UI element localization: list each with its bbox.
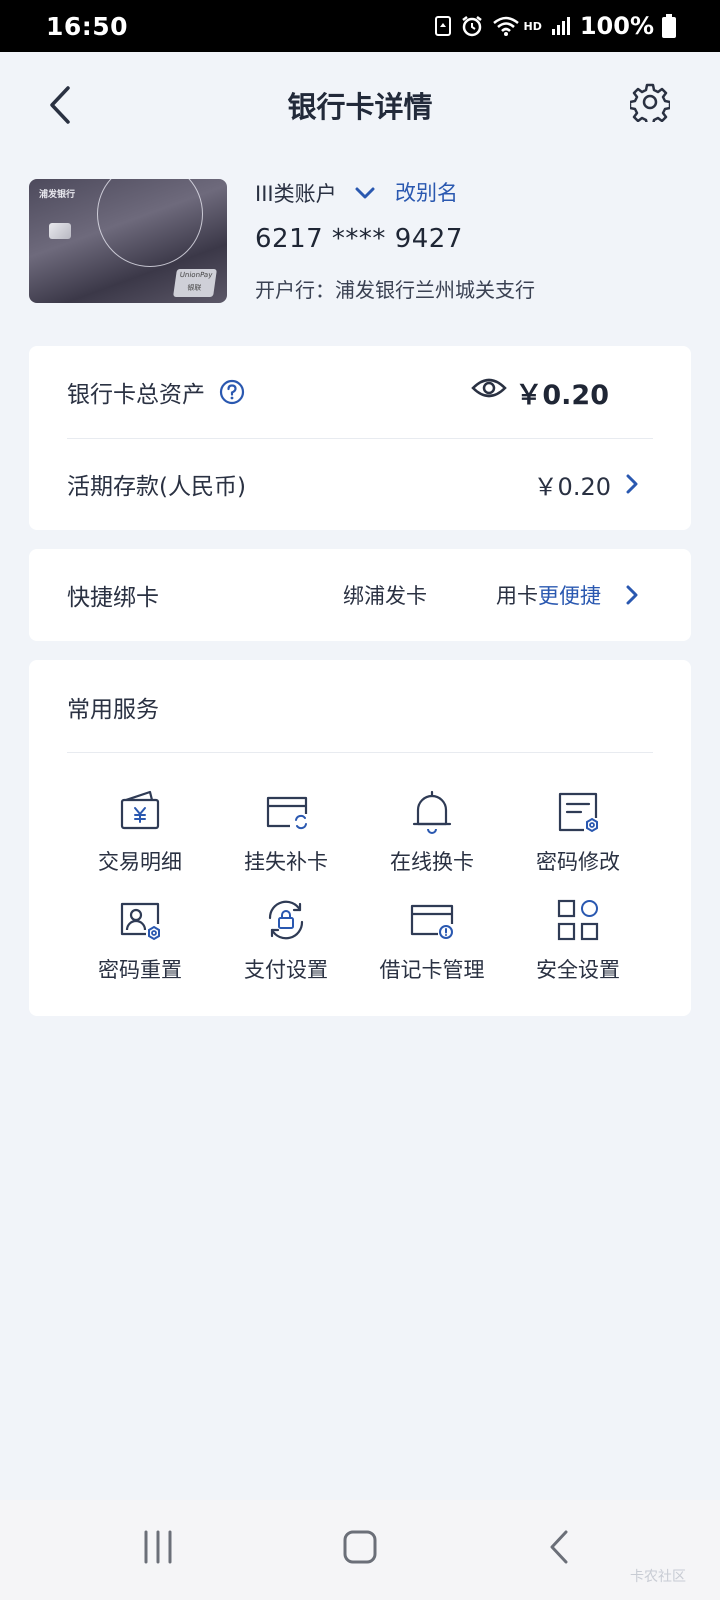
service-payment-settings[interactable]: 支付设置 [213, 896, 359, 984]
account-type-selector[interactable]: III类账户 [255, 178, 375, 208]
alarm-icon [461, 16, 482, 37]
service-label: 密码重置 [98, 958, 182, 982]
promo-highlight: 更便捷 [538, 584, 601, 608]
services-panel: 常用服务 交易明细 挂失补卡 在线换卡 密码修改 密码重置 支付设置 借记卡管理… [29, 660, 691, 1016]
total-assets-label: 银行卡总资产 [67, 382, 205, 408]
service-reset-password[interactable]: 密码重置 [67, 896, 213, 984]
card-number: 6217 **** 9427 [255, 224, 463, 254]
recent-apps-icon[interactable] [142, 1530, 174, 1564]
help-icon[interactable] [219, 379, 245, 405]
services-grid: 交易明细 挂失补卡 在线换卡 密码修改 密码重置 支付设置 借记卡管理 安全设置 [67, 788, 653, 984]
card-info: 浦发银行 UnionPay 银联 III类账户 改别名 6217 **** 942… [29, 178, 699, 304]
unionpay-logo: UnionPay 银联 [173, 269, 217, 297]
password-reset-icon [120, 902, 160, 941]
chevron-right-icon [626, 585, 638, 605]
eye-icon[interactable] [471, 376, 507, 400]
debit-card-manage-icon [410, 904, 454, 939]
open-bank: 开户行：浦发银行兰州城关支行 [255, 278, 535, 302]
watermark: 卡农社区 [630, 1569, 686, 1585]
service-online-card-swap[interactable]: 在线换卡 [359, 788, 505, 876]
service-change-password[interactable]: 密码修改 [505, 788, 651, 876]
divider [67, 752, 653, 753]
rename-link[interactable]: 改别名 [395, 178, 458, 208]
page-title: 银行卡详情 [287, 90, 433, 124]
card-chip [49, 223, 71, 239]
total-assets-amount: ￥0.20 [515, 379, 609, 411]
card-decoration [97, 179, 203, 267]
header: 银行卡详情 [0, 52, 720, 158]
total-assets-row: 银行卡总资产 ￥0.20 [67, 346, 653, 438]
quick-bind-label: 快捷绑卡 [67, 585, 159, 611]
gear-icon[interactable] [630, 82, 670, 122]
service-label: 交易明细 [98, 850, 182, 874]
back-icon[interactable] [42, 82, 82, 128]
home-icon[interactable] [342, 1530, 378, 1564]
quick-bind-row[interactable]: 快捷绑卡 绑浦发卡 用卡更便捷 [67, 549, 653, 641]
demand-deposit-amount: ￥0.20 [533, 472, 611, 501]
payment-lock-icon [268, 900, 304, 940]
status-icons: HD 100% [434, 12, 676, 40]
transaction-wallet-icon [120, 790, 160, 830]
network-badge: HD [523, 19, 542, 33]
services-title: 常用服务 [67, 697, 159, 723]
chevron-right-icon [626, 474, 638, 494]
password-edit-icon [558, 792, 598, 833]
promo-prefix: 用卡 [496, 584, 538, 608]
battery-percent: 100% [579, 12, 654, 40]
recycle-icon [434, 16, 451, 36]
battery-icon [662, 14, 676, 38]
system-nav-bar: 卡农社区 [0, 1500, 720, 1600]
account-type-label: III类账户 [255, 182, 337, 206]
status-bar: 16:50 HD 100% [0, 0, 720, 52]
service-label: 借记卡管理 [379, 958, 485, 982]
service-label: 支付设置 [244, 958, 328, 982]
card-reissue-icon [266, 796, 308, 830]
quick-bind-panel[interactable]: 快捷绑卡 绑浦发卡 用卡更便捷 [29, 549, 691, 641]
service-label: 安全设置 [536, 958, 620, 982]
service-report-loss[interactable]: 挂失补卡 [213, 788, 359, 876]
back-nav-icon[interactable] [548, 1530, 572, 1564]
service-debit-card-management[interactable]: 借记卡管理 [359, 896, 505, 984]
security-grid-icon [557, 899, 599, 941]
quick-bind-promo: 绑浦发卡 [343, 584, 427, 608]
service-label: 挂失补卡 [244, 850, 328, 874]
chevron-down-icon [355, 187, 375, 199]
signal-icon [551, 17, 570, 35]
bank-logo: 浦发银行 [39, 190, 76, 200]
service-transaction-details[interactable]: 交易明细 [67, 788, 213, 876]
bell-icon [412, 790, 452, 834]
quick-bind-promo-2: 用卡更便捷 [496, 580, 601, 610]
demand-deposit-row[interactable]: 活期存款(人民币) ￥0.20 [67, 438, 653, 530]
service-label: 密码修改 [536, 850, 620, 874]
assets-panel: 银行卡总资产 ￥0.20 活期存款(人民币) ￥0.20 [29, 346, 691, 530]
status-time: 16:50 [46, 11, 129, 41]
demand-deposit-label: 活期存款(人民币) [67, 474, 246, 500]
bank-card-image: 浦发银行 UnionPay 银联 [29, 179, 227, 303]
service-security-settings[interactable]: 安全设置 [505, 896, 651, 984]
service-label: 在线换卡 [390, 850, 474, 874]
wifi-icon [492, 16, 519, 36]
